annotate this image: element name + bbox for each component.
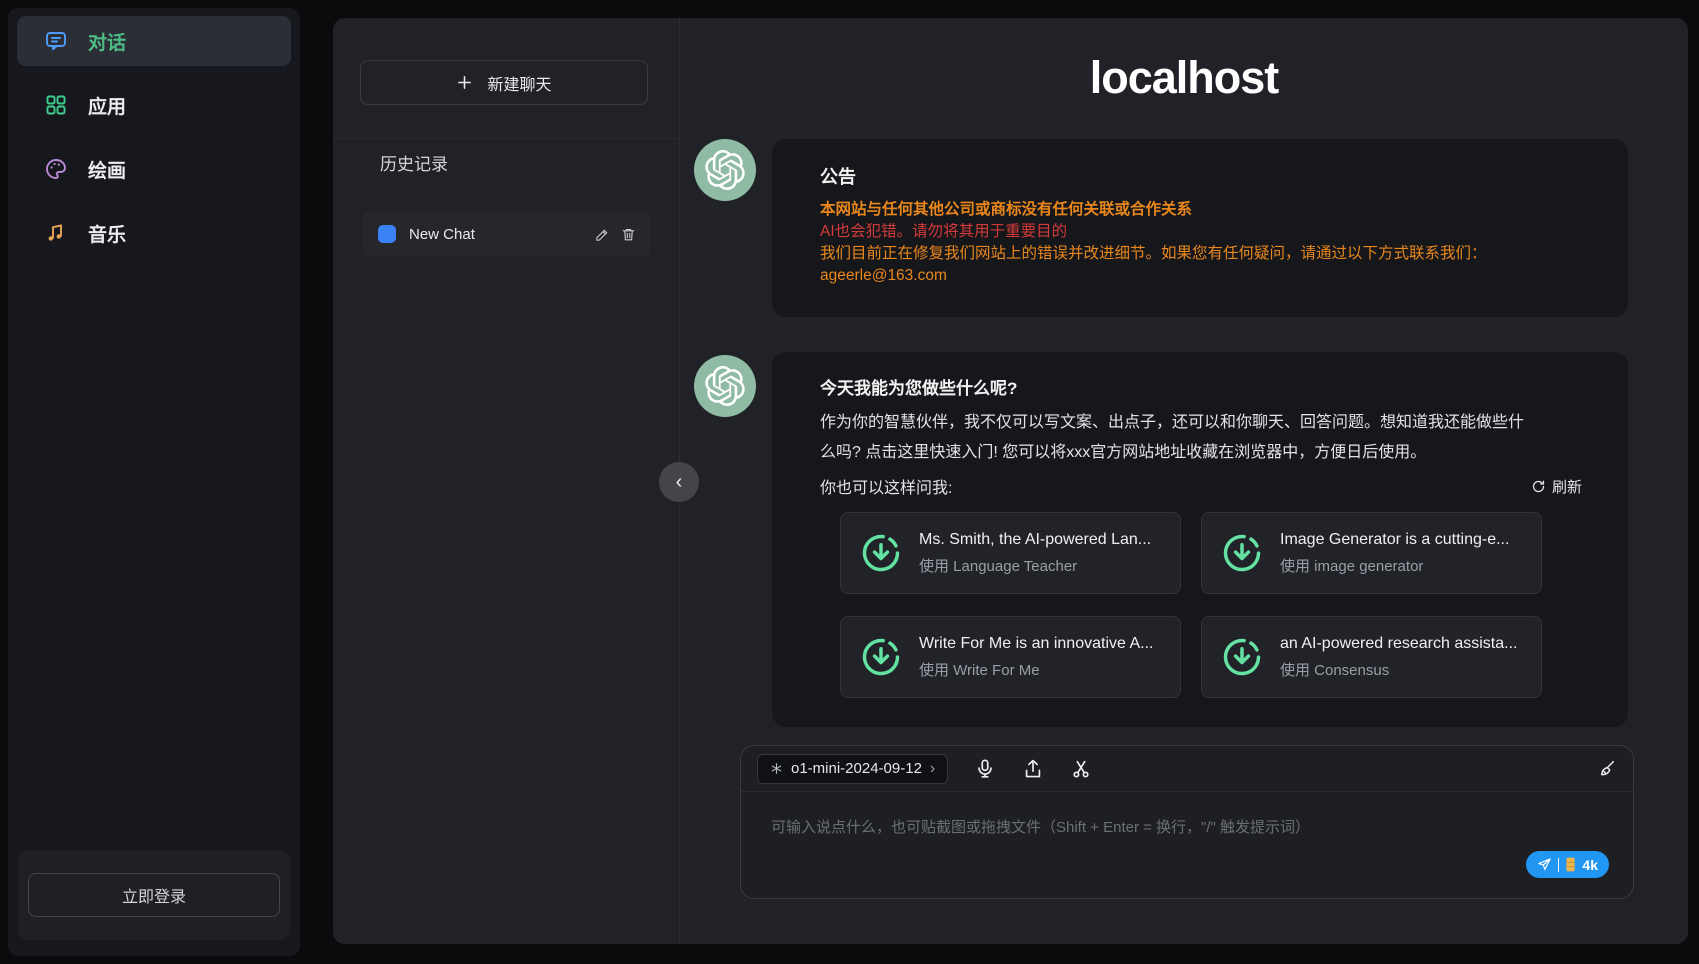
send-button[interactable]: 4k [1526, 851, 1609, 878]
suggestion-subtitle: 使用 Language Teacher [919, 555, 1151, 576]
welcome-message: 今天我能为您做些什么呢? 作为你的智慧伙伴，我不仅可以写文案、出点子，还可以和你… [772, 352, 1628, 727]
composer: o1-mini-2024-09-12 › [740, 745, 1634, 899]
sidebar-item-label: 音乐 [88, 220, 126, 247]
music-note-icon [44, 221, 68, 245]
chevron-right-icon: › [930, 760, 935, 778]
scissors-icon[interactable] [1070, 758, 1092, 780]
page-title: localhost [680, 52, 1688, 104]
refresh-label: 刷新 [1552, 476, 1582, 497]
contact-email: ageerle@163.com [820, 265, 1580, 287]
announcement-title: 公告 [820, 163, 1580, 189]
suggestion-subtitle: 使用 Write For Me [919, 659, 1153, 680]
delete-icon[interactable] [621, 227, 636, 242]
suggestion-cards: Ms. Smith, the AI-powered Lan... 使用 Lang… [840, 512, 1580, 698]
welcome-body: 作为你的智慧伙伴，我不仅可以写文案、出点子，还可以和你聊天、回答问题。想知道我还… [820, 408, 1532, 468]
collapse-sidebar-button[interactable]: ‹ [659, 462, 699, 502]
model-label: o1-mini-2024-09-12 [791, 760, 922, 777]
message-input[interactable] [741, 792, 1633, 896]
history-item[interactable]: New Chat [363, 212, 651, 256]
suggestion-title: Write For Me is an innovative A... [919, 635, 1153, 653]
chat-bubble-icon [44, 29, 68, 53]
chat-list-divider [333, 138, 679, 139]
palette-icon [44, 157, 68, 181]
suggestion-subtitle: 使用 Consensus [1280, 659, 1517, 680]
sidebar-item-apps[interactable]: 应用 [17, 80, 291, 130]
welcome-title: 今天我能为您做些什么呢? [820, 374, 1580, 399]
announcement-message: 公告 本网站与任何其他公司或商标没有任何关联或合作关系 AI也会犯错。请勿将其用… [772, 139, 1628, 317]
sidebar-item-label: 绘画 [88, 156, 126, 183]
composer-toolbar: o1-mini-2024-09-12 › [741, 746, 1633, 792]
refresh-icon [1531, 479, 1546, 494]
login-button[interactable]: 立即登录 [28, 873, 280, 917]
history-item-actions [595, 227, 636, 242]
suggestion-title: an AI-powered research assista... [1280, 635, 1517, 653]
broom-clear-icon[interactable] [1595, 758, 1617, 780]
sidebar-nav: 对话 应用 绘画 [8, 8, 300, 280]
chat-main: localhost 公告 本网站与任何其他公司或商标没有任何关联或合作关系 AI… [680, 18, 1688, 944]
plus-icon [456, 74, 473, 91]
token-coin-icon [1565, 857, 1576, 872]
assistant-avatar [694, 355, 756, 417]
badge-divider [1558, 858, 1560, 872]
sidebar-item-label: 对话 [88, 28, 126, 55]
refresh-suggestions-button[interactable]: 刷新 [1531, 476, 1582, 497]
history-heading: 历史记录 [380, 150, 448, 175]
content-panel: 新建聊天 历史记录 New Chat ‹ l [333, 18, 1688, 944]
download-circle-icon [859, 531, 903, 575]
assistant-avatar [694, 139, 756, 201]
edit-icon[interactable] [595, 227, 610, 242]
download-circle-icon [1220, 531, 1264, 575]
suggestion-card[interactable]: an AI-powered research assista... 使用 Con… [1201, 616, 1542, 698]
announcement-line: AI也会犯错。请勿将其用于重要目的 [820, 221, 1580, 243]
announcement-line: 我们目前正在修复我们网站上的错误并改进细节。如果您有任何疑问，请通过以下方式联系… [820, 243, 1580, 265]
sparkle-icon [770, 762, 783, 775]
ask-row: 你也可以这样问我: 刷新 [820, 474, 1582, 498]
new-chat-button[interactable]: 新建聊天 [360, 60, 648, 105]
sidebar: 对话 应用 绘画 [8, 8, 300, 956]
suggestion-title: Ms. Smith, the AI-powered Lan... [919, 531, 1151, 549]
suggestion-card[interactable]: Image Generator is a cutting-e... 使用 ima… [1201, 512, 1542, 594]
chat-color-icon [378, 225, 396, 243]
sidebar-item-music[interactable]: 音乐 [17, 208, 291, 258]
openai-logo-icon [705, 150, 745, 190]
openai-logo-icon [705, 366, 745, 406]
microphone-icon[interactable] [974, 758, 996, 780]
sidebar-item-drawing[interactable]: 绘画 [17, 144, 291, 194]
history-item-title: New Chat [409, 226, 582, 243]
paper-plane-icon [1537, 857, 1552, 872]
chat-list-column: 新建聊天 历史记录 New Chat [333, 18, 680, 944]
upload-icon[interactable] [1022, 758, 1044, 780]
suggestion-card[interactable]: Write For Me is an innovative A... 使用 Wr… [840, 616, 1181, 698]
sidebar-item-label: 应用 [88, 92, 126, 119]
suggestion-subtitle: 使用 image generator [1280, 555, 1509, 576]
download-circle-icon [1220, 635, 1264, 679]
suggestion-title: Image Generator is a cutting-e... [1280, 531, 1509, 549]
download-circle-icon [859, 635, 903, 679]
token-count: 4k [1582, 857, 1598, 873]
apps-grid-icon [44, 93, 68, 117]
suggestion-card[interactable]: Ms. Smith, the AI-powered Lan... 使用 Lang… [840, 512, 1181, 594]
sidebar-item-chat[interactable]: 对话 [17, 16, 291, 66]
model-selector[interactable]: o1-mini-2024-09-12 › [757, 754, 948, 784]
ask-label: 你也可以这样问我: [820, 474, 952, 498]
login-card: 立即登录 [18, 850, 290, 940]
new-chat-label: 新建聊天 [487, 71, 551, 95]
announcement-line: 本网站与任何其他公司或商标没有任何关联或合作关系 [820, 199, 1580, 221]
